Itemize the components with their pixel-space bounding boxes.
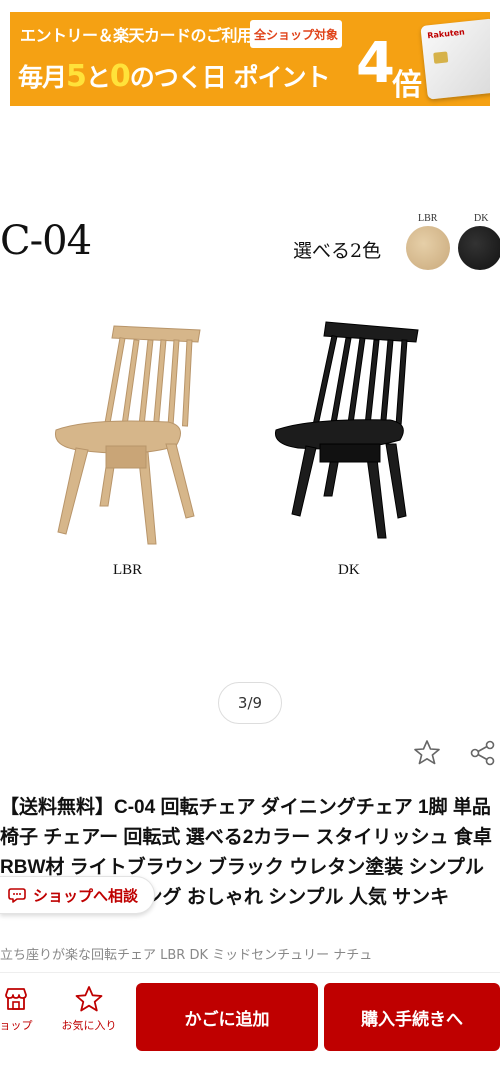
shop-consult-button[interactable]: ショップへ相談	[0, 876, 156, 914]
shop-nav-button[interactable]: ョップ	[0, 985, 44, 1033]
banner-to: と	[85, 63, 111, 92]
swatch-label-dk: DK	[474, 213, 489, 224]
share-icon[interactable]	[468, 738, 498, 768]
shop-icon	[5, 988, 27, 1010]
favorite-star-icon[interactable]	[412, 738, 442, 768]
banner-0: 0	[109, 59, 131, 94]
banner-line2-a: 毎月	[18, 63, 67, 92]
credit-card-image: Rakuten	[420, 18, 490, 100]
chair-label-dk: DK	[338, 562, 360, 578]
banner-line2: 毎月5と0のつく日 ポイント	[18, 58, 330, 94]
banner-big-number: 4	[356, 31, 395, 96]
swatch-lbr	[406, 226, 450, 270]
swatch-dk	[458, 226, 500, 270]
chair-lbr-image	[54, 325, 201, 545]
chat-bubble-icon	[8, 888, 26, 903]
item-subtitle: 立ち座りが楽な回転チェア LBR DK ミッドセンチュリー ナチュ	[0, 948, 373, 963]
banner-5: 5	[66, 59, 87, 94]
chair-label-lbr: LBR	[113, 562, 143, 578]
promo-banner[interactable]: エントリー＆楽天カードのご利用で 全ショップ対象 毎月5と0のつく日 ポイント …	[10, 12, 490, 106]
image-counter: 3/9	[218, 682, 282, 724]
choose-colors-text: 選べる2色	[293, 240, 382, 262]
favorite-nav-label: お気に入り	[61, 1019, 117, 1032]
star-icon	[75, 986, 103, 1012]
favorite-nav-button[interactable]: お気に入り	[52, 985, 126, 1033]
banner-line1: エントリー＆楽天カードのご利用で	[20, 26, 269, 45]
bottom-action-bar: ョップ お気に入り かごに追加 購入手続きへ	[0, 972, 500, 1062]
card-brand: Rakuten	[426, 27, 466, 41]
card-chip	[433, 51, 449, 64]
banner-line2-b: のつく日 ポイント	[129, 63, 331, 92]
shop-consult-label: ショップへ相談	[33, 886, 139, 905]
add-to-cart-button[interactable]: かごに追加	[136, 983, 318, 1051]
banner-chip: 全ショップ対象	[250, 20, 342, 48]
swatch-label-lbr: LBR	[418, 213, 438, 224]
chair-dk-image	[274, 321, 419, 539]
banner-bai: 倍	[392, 68, 422, 103]
checkout-button[interactable]: 購入手続きへ	[324, 983, 500, 1051]
shop-nav-label: ョップ	[0, 1019, 33, 1032]
product-model: C-04	[0, 218, 92, 264]
